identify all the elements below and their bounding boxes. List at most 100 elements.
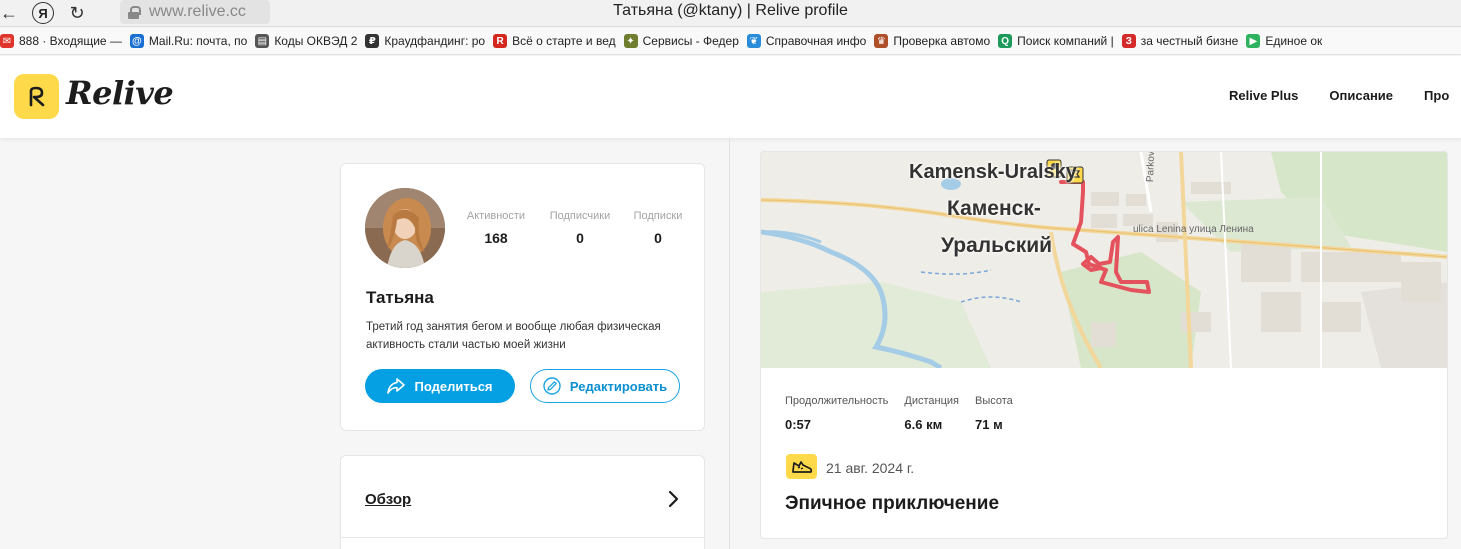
mail-envelope-icon: ✉ (0, 34, 14, 48)
activity-stat-value: 71 м (975, 417, 1003, 432)
bookmark-label: Единое ок (1265, 34, 1323, 48)
activity-stat-label: Продолжительность (785, 395, 889, 407)
bookmark-item[interactable]: @ Mail.Ru: почта, по (129, 34, 255, 48)
bookmark-label: Проверка автомо (893, 34, 991, 48)
activity-stat-value: 6.6 км (904, 417, 943, 432)
reload-icon: ↻ (69, 2, 85, 23)
map-street-lenin: ulica Lenina улица Ленина (1133, 224, 1254, 235)
profile-stat: Активности 168 (455, 210, 537, 246)
map-city-line2: Уральский (941, 234, 1053, 257)
at-sign-icon: @ (129, 34, 144, 48)
reload-button[interactable]: ↻ (62, 0, 92, 27)
edit-button-label: Редактировать (569, 378, 668, 394)
nav-description[interactable]: Описание (1329, 88, 1393, 103)
stat-label: Активности (466, 210, 526, 222)
profile-stat[interactable]: Подписчики 0 (537, 210, 623, 246)
bookmarks-bar: ✉ 888 · Входящие — @ Mail.Ru: почта, по ▤ Код… (0, 28, 1461, 55)
play-box-icon: ▶ (1246, 34, 1261, 48)
activity-stats: Продолжительность 0:57 Дистанция 6.6 км Высо… (785, 395, 1013, 432)
profile-stats: Активности 168 Подписчики 0 Подписки 0 (455, 210, 693, 246)
map-city-latin: Kamensk-Uralsky (909, 161, 1077, 183)
activity-map[interactable]: Kamensk-Uralsky Каменск- Уральский Parko… (761, 151, 1447, 371)
bookmark-item[interactable]: R Всё о старте и вед (493, 34, 624, 48)
document-icon: ▤ (255, 34, 270, 48)
stat-value: 0 (654, 230, 662, 246)
edit-pencil-icon (543, 377, 561, 395)
browser-toolbar: ← Я ↻ www.relive.cc Татьяна (@ktany) | R… (0, 0, 1461, 27)
leaf-icon: ❦ (746, 34, 761, 48)
profile-bio: Третий год занятия бегом и вообще любая … (366, 321, 661, 351)
profile-name: Татьяна (366, 288, 434, 307)
page: ← Я ↻ www.relive.cc Татьяна (@ktany) | R… (0, 0, 1461, 549)
nav-about[interactable]: Про (1424, 88, 1449, 103)
share-arrow-icon (387, 378, 406, 394)
za-icon: З (1121, 34, 1136, 48)
edit-profile-button[interactable]: Редактировать (530, 369, 680, 403)
chevron-right-icon (668, 490, 679, 508)
bookmark-label: за честный бизне (1140, 34, 1239, 48)
bookmark-item[interactable]: Зза честный бизне (1121, 34, 1247, 48)
activity-stat-label: Высота (975, 395, 1013, 407)
bookmark-label: Mail.Ru: почта, по (148, 34, 248, 48)
activity-card[interactable]: Kamensk-Uralsky Каменск- Уральский Parko… (760, 151, 1448, 539)
nav-relive-plus[interactable]: Relive Plus (1229, 88, 1298, 103)
bookmark-item[interactable]: ▤ Коды ОКВЭД 2 (255, 34, 365, 48)
avatar[interactable] (365, 188, 445, 268)
stat-value: 0 (576, 230, 584, 246)
bookmark-item[interactable]: ₽ Краудфандинг: ро (365, 34, 493, 48)
yandex-logo-icon: Я (38, 5, 48, 21)
avatar-photo (365, 188, 445, 268)
bookmark-item[interactable]: ♛ Проверка автомо (874, 34, 998, 48)
top-nav: Relive Plus Описание Про (1229, 88, 1449, 103)
ruble-icon: ₽ (365, 34, 380, 48)
bookmark-label: Справочная инфо (765, 34, 867, 48)
bookmark-label: Сервисы - Федер (642, 34, 739, 48)
share-button[interactable]: Поделиться (365, 369, 515, 403)
bookmark-label: Краудфандинг: ро (384, 34, 486, 48)
url-text: www.relive.cc (149, 3, 246, 20)
activity-date: 21 авг. 2024 г. (826, 460, 915, 476)
bookmark-label: Поиск компаний | (1017, 34, 1114, 48)
address-bar[interactable]: www.relive.cc (120, 0, 270, 24)
profile-stat[interactable]: Подписки 0 (623, 210, 693, 246)
lock-icon (128, 5, 141, 19)
activity-title[interactable]: Эпичное приключение (785, 493, 999, 515)
overview-label: Обзор (365, 491, 412, 508)
map-city-line1: Каменск- (947, 197, 1041, 220)
bookmark-label: Коды ОКВЭД 2 (274, 34, 358, 48)
stat-label: Подписки (633, 210, 683, 222)
bookmark-item[interactable]: ✦ Сервисы - Федер (623, 34, 747, 48)
map-graphic (761, 152, 1447, 371)
map-street-park: Parkova (1145, 151, 1158, 183)
bookmark-item[interactable]: ▶ Единое ок (1246, 34, 1330, 48)
column-divider (729, 138, 730, 549)
activity-stat-value: 0:57 (785, 417, 812, 432)
arrow-left-icon: ← (0, 2, 18, 23)
stat-label: Подписчики (549, 210, 611, 222)
activity-stat: Дистанция 6.6 км (904, 395, 959, 432)
share-button-label: Поделиться (414, 378, 493, 394)
bookmark-label: 888 · Входящие — (19, 34, 122, 48)
search-q-icon: Q (998, 34, 1013, 48)
relive-r-icon (29, 86, 44, 106)
yandex-home-button[interactable]: Я (32, 2, 54, 24)
activity-stat: Высота 71 м (975, 395, 1013, 432)
gerb-icon: ♛ (874, 34, 889, 48)
activity-stat: Продолжительность 0:57 (785, 395, 888, 432)
bookmark-label: Всё о старте и вед (512, 34, 616, 48)
overview-card: Обзор (340, 455, 705, 549)
overview-link[interactable]: Обзор (341, 456, 704, 538)
emblem-icon: ✦ (623, 34, 638, 48)
relive-logo-icon[interactable] (14, 74, 59, 119)
site-header: Relive Relive Plus Описание Про (0, 56, 1461, 138)
relive-wordmark[interactable]: Relive (66, 74, 174, 112)
red-circle-r-icon: R (493, 34, 508, 48)
bookmark-item[interactable]: ❦ Справочная инфо (746, 34, 874, 48)
stat-value: 168 (484, 230, 508, 246)
back-button[interactable]: ← (0, 0, 18, 27)
activity-stat-label: Дистанция (904, 395, 960, 407)
bookmark-item[interactable]: ✉ 888 · Входящие — (0, 34, 130, 48)
profile-card: Активности 168 Подписчики 0 Подписки 0 Татьян… (340, 163, 705, 431)
bookmark-item[interactable]: Q Поиск компаний | (998, 34, 1122, 48)
running-shoe-icon (786, 454, 817, 479)
